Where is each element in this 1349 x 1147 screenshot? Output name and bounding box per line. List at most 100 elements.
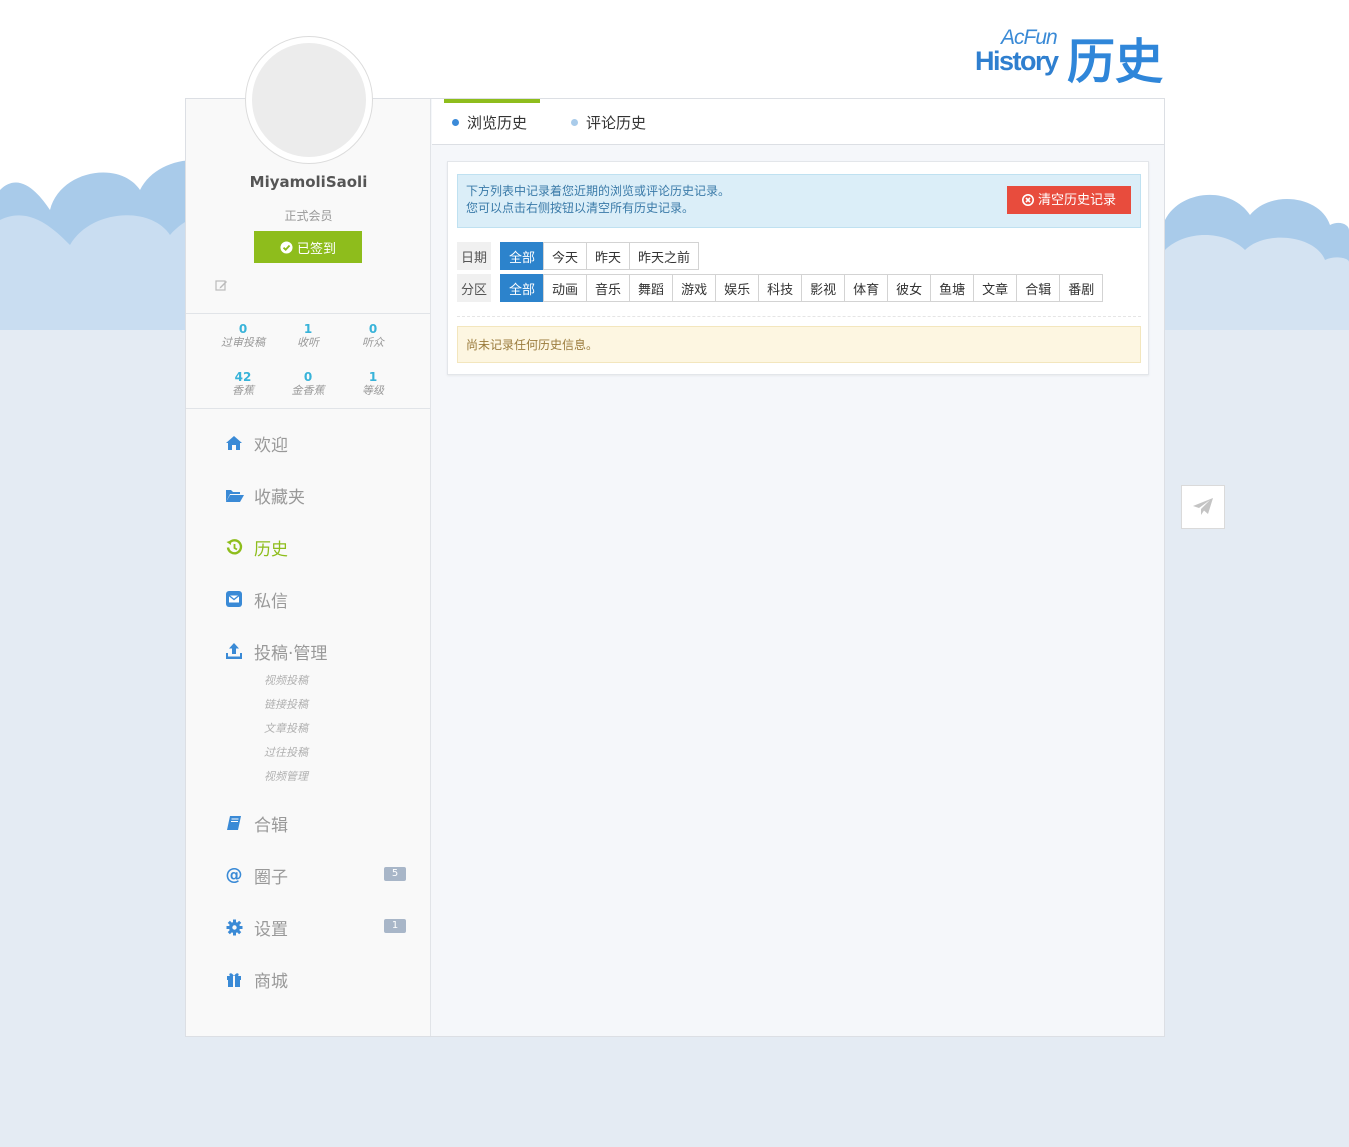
sidebar: MiyamoliSaoli 正式会员 已签到 0 过审投稿 1 收听 0 听众 … [186,36,431,1036]
bullet-icon [571,118,578,126]
at-icon: @ [225,865,243,885]
date-filter-label: 日期 [457,242,491,270]
sidebar-item-welcome[interactable]: 欢迎 [224,430,288,456]
sidebar-item-shop[interactable]: 商城 [224,966,288,992]
sidebar-subitem-article-upload[interactable]: 文章投稿 [264,720,308,736]
avatar-frame [245,36,373,164]
sidebar-item-upload[interactable]: 投稿·管理 [224,638,327,664]
channel-filter-option[interactable]: 科技 [758,274,803,302]
history-panel: 下方列表中记录着您近期的浏览或评论历史记录。 您可以点击右侧按钮以清空所有历史记… [447,161,1149,375]
bullet-icon [452,118,459,126]
stat-following[interactable]: 1 收听 [273,322,343,350]
logo-history-text: History [975,46,1059,76]
tab-browse-history[interactable]: 浏览历史 [452,99,527,145]
folder-open-icon [224,485,244,505]
date-filter-yesterday[interactable]: 昨天 [586,242,631,270]
sidebar-item-messages[interactable]: 私信 [224,586,288,612]
tab-label: 浏览历史 [467,113,528,132]
channel-filter-option[interactable]: 影视 [801,274,846,302]
home-icon [224,433,244,453]
sidebar-item-label: 圈子 [254,867,288,888]
sidebar-subitem-link-upload[interactable]: 链接投稿 [264,696,308,712]
stat-approved-uploads[interactable]: 0 过审投稿 [208,322,278,350]
signed-in-label: 已签到 [296,241,336,257]
stat-followers[interactable]: 0 听众 [338,322,408,350]
channel-filter-option[interactable]: 音乐 [586,274,631,302]
sidebar-item-album[interactable]: 合辑 [224,810,288,836]
edit-icon[interactable] [215,279,228,292]
stat-number: 1 [303,322,313,336]
stat-number: 42 [234,370,252,384]
sidebar-item-label: 投稿·管理 [254,643,328,664]
check-circle-icon [280,240,293,254]
tab-comment-history[interactable]: 评论历史 [571,99,646,145]
history-icon [224,537,244,557]
sidebar-item-label: 设置 [254,919,288,940]
stat-label: 听众 [362,336,384,349]
channel-filter-label: 分区 [457,274,491,302]
sidebar-item-favorites[interactable]: 收藏夹 [224,482,305,508]
stat-label: 金香蕉 [291,384,325,397]
date-filter-before-yesterday[interactable]: 昨天之前 [629,242,700,270]
stat-level[interactable]: 1 等级 [338,370,408,398]
logo-cn-text: 历史 [1067,34,1164,90]
channel-filter-option[interactable]: 动画 [543,274,588,302]
channel-filter-option[interactable]: 合辑 [1016,274,1061,302]
date-filter-group: 全部 今天 昨天 昨天之前 [500,242,700,270]
share-button[interactable] [1181,485,1225,529]
sidebar-item-label: 收藏夹 [254,487,305,508]
stat-label: 过审投稿 [221,336,265,349]
channel-filter-option[interactable]: 游戏 [672,274,717,302]
clear-history-button[interactable]: 清空历史记录 [1007,186,1131,214]
sidebar-item-label: 历史 [254,539,288,560]
main-container: MiyamoliSaoli 正式会员 已签到 0 过审投稿 1 收听 0 听众 … [185,36,1165,1037]
clear-history-label: 清空历史记录 [1037,192,1116,208]
sidebar-item-label: 欢迎 [254,435,288,456]
channel-filter-group: 全部 动画 音乐 舞蹈 游戏 娱乐 科技 影视 体育 彼女 鱼塘 文章 合辑 番… [500,274,1104,302]
channel-filter-option[interactable]: 全部 [500,274,545,302]
envelope-icon [224,589,244,609]
stat-label: 等级 [362,384,384,397]
date-filter-today[interactable]: 今天 [543,242,588,270]
sidebar-item-label: 合辑 [254,815,288,836]
stat-number: 0 [303,370,313,384]
stat-label: 香蕉 [232,384,254,397]
divider [457,316,1141,317]
times-circle-icon [1021,194,1034,206]
date-filter-all[interactable]: 全部 [500,242,545,270]
sidebar-item-label: 商城 [254,971,288,992]
sidebar-subitem-past-uploads[interactable]: 过往投稿 [264,744,308,760]
tab-label: 评论历史 [586,113,647,132]
settings-count-badge: 1 [384,919,406,933]
channel-filter-option[interactable]: 番剧 [1059,274,1104,302]
empty-history-notice: 尚未记录任何历史信息。 [457,326,1141,363]
signed-in-button[interactable]: 已签到 [254,231,362,263]
stat-label: 收听 [297,336,319,349]
upload-icon [224,641,244,661]
channel-filter-option[interactable]: 鱼塘 [930,274,975,302]
gift-icon [224,969,244,989]
sidebar-item-history[interactable]: 历史 [224,534,288,560]
circle-count-badge: 5 [384,867,406,881]
avatar[interactable] [252,43,366,157]
channel-filter-option[interactable]: 舞蹈 [629,274,674,302]
username[interactable]: MiyamoliSaoli [186,173,431,191]
channel-filter-option[interactable]: 体育 [844,274,889,302]
stat-number: 0 [238,322,248,336]
channel-filter-option[interactable]: 娱乐 [715,274,760,302]
stat-number: 0 [368,322,378,336]
stat-bananas[interactable]: 42 香蕉 [208,370,278,398]
member-level: 正式会员 [284,209,333,223]
stat-gold-bananas[interactable]: 0 金香蕉 [273,370,343,398]
sidebar-item-settings[interactable]: 设置 [224,914,288,940]
history-logo: AcFun History 历史 [975,24,1165,90]
sidebar-subitem-video-manage[interactable]: 视频管理 [264,768,308,784]
info-alert: 下方列表中记录着您近期的浏览或评论历史记录。 您可以点击右侧按钮以清空所有历史记… [457,174,1141,228]
channel-filter-option[interactable]: 彼女 [887,274,932,302]
paper-plane-icon [1193,498,1213,515]
sidebar-item-circle[interactable]: @ 圈子 [224,862,289,888]
channel-filter-option[interactable]: 文章 [973,274,1018,302]
history-tabs: 浏览历史 评论历史 [432,99,1164,145]
book-icon [224,813,244,833]
sidebar-subitem-video-upload[interactable]: 视频投稿 [264,672,308,688]
